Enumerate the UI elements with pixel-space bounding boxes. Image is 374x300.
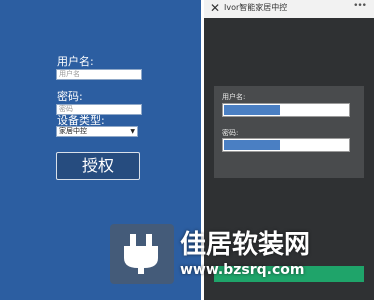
login-card: 用户名: 密码: [214,86,364,178]
device-type-selected-value: 家居中控 [59,127,87,135]
watermark-brand: 佳居软装网 [180,230,311,260]
device-type-select[interactable]: 家居中控 ▼ [56,126,138,137]
phone-password-label: 密码: [222,129,239,137]
page-title: Ivor智能家居中控 [224,3,288,12]
watermark-url: www.bzsrq.com [180,262,305,278]
title-bar: ✕ Ivor智能家居中控 ••• [204,0,374,18]
password-field-fill [224,140,280,150]
username-input[interactable]: 用户名 [56,69,142,80]
authorize-button[interactable]: 授权 [56,152,140,180]
dropdown-arrow-icon: ▼ [130,128,135,135]
close-icon[interactable]: ✕ [210,1,220,15]
watermark-logo [110,224,174,284]
username-field-fill [224,105,280,115]
plug-icon [124,234,158,274]
phone-username-label: 用户名: [222,93,246,101]
username-label: 用户名: [57,55,94,68]
password-label: 密码: [57,90,83,103]
more-icon[interactable]: ••• [353,1,367,11]
phone-username-field[interactable] [222,103,350,117]
phone-password-field[interactable] [222,138,350,152]
